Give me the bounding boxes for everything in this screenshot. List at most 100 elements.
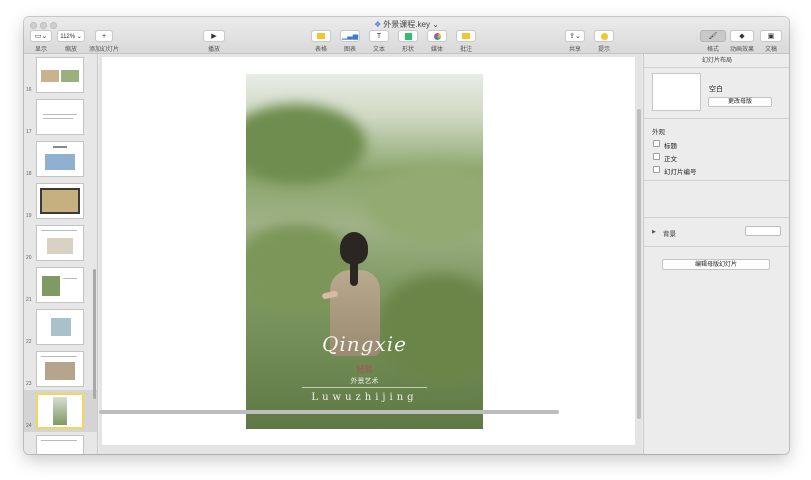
slide-thumbnail-row[interactable]: 22 xyxy=(24,306,97,348)
animate-label: 动画效果 xyxy=(729,47,754,53)
format-brush-icon[interactable]: 🖌 xyxy=(700,30,726,42)
animate-tool[interactable]: ◆ 动画效果 xyxy=(727,30,757,53)
media-icon[interactable] xyxy=(427,30,447,42)
slide-canvas[interactable]: Qingxie 轻熙 外景艺术 Luwuzhijing xyxy=(99,54,642,454)
slide-thumbnail-row-selected[interactable]: 24 xyxy=(24,390,97,432)
canvas-horizontal-scrollbar[interactable] xyxy=(99,410,559,414)
background-label: 背景 xyxy=(663,231,676,238)
appearance-heading: 外观 xyxy=(652,129,665,136)
text-icon[interactable]: T xyxy=(369,30,389,42)
slide-thumbnail-row[interactable]: 17 xyxy=(24,96,97,138)
body-checkbox[interactable] xyxy=(653,153,660,160)
slide-thumbnail-row[interactable]: 18 xyxy=(24,138,97,180)
slide-subtitle: Luwuzhijing xyxy=(311,392,418,403)
canvas-vertical-scrollbar[interactable] xyxy=(637,109,641,419)
slide-thumbnail[interactable] xyxy=(36,183,84,219)
media-label: 媒体 xyxy=(430,47,443,53)
document-name: 外景课程.key xyxy=(383,20,430,29)
share-icon[interactable]: ⇪⌄ xyxy=(565,30,585,42)
slide-thumbnail[interactable] xyxy=(36,99,84,135)
title-chevron-icon[interactable]: ⌄ xyxy=(432,20,439,29)
slide-page: Qingxie 轻熙 外景艺术 Luwuzhijing xyxy=(102,57,635,445)
format-tool[interactable]: 🖌 格式 xyxy=(700,30,726,53)
tips-label: 提示 xyxy=(597,47,610,53)
chart-tool[interactable]: ▁▃▅ 图表 xyxy=(339,30,361,53)
comment-icon[interactable] xyxy=(456,30,476,42)
shape-tool[interactable]: 形状 xyxy=(397,30,419,53)
zoom-label: 缩放 xyxy=(64,47,77,53)
grass-background xyxy=(366,164,483,244)
plus-icon[interactable]: + xyxy=(95,30,113,42)
document-tool[interactable]: ▣ 文稿 xyxy=(759,30,783,53)
slide-thumbnail-row[interactable]: 19 xyxy=(24,180,97,222)
slide-divider xyxy=(302,387,427,388)
media-tool[interactable]: 媒体 xyxy=(426,30,448,53)
table-icon[interactable] xyxy=(311,30,331,42)
slide-thumbnail[interactable] xyxy=(36,57,84,93)
text-tool[interactable]: T 文本 xyxy=(368,30,390,53)
document-icon[interactable]: ▣ xyxy=(760,30,782,42)
slide-number: 23 xyxy=(26,381,32,387)
tips-tool[interactable]: 提示 xyxy=(593,30,615,53)
slide-number: 18 xyxy=(26,171,32,177)
background-color-well[interactable] xyxy=(745,226,781,236)
keynote-window: ❖ 外景课程.key ⌄ ▭⌄ 显示 112% ⌄ 缩放 + 添加幻灯片 ▶ 播放… xyxy=(24,17,789,454)
grass-background xyxy=(246,104,366,184)
edit-master-slide-button[interactable]: 编辑母版幻灯片 xyxy=(662,259,770,270)
play-icon[interactable]: ▶ xyxy=(203,30,225,42)
slide-thumbnail[interactable] xyxy=(36,351,84,387)
window-title: ❖ 外景课程.key ⌄ xyxy=(24,19,789,30)
slide-thumbnail[interactable] xyxy=(36,435,84,454)
slide-thumbnail[interactable] xyxy=(36,225,84,261)
title-checkbox[interactable] xyxy=(653,140,660,147)
slide-thumbnail[interactable] xyxy=(36,309,84,345)
inspector-separator xyxy=(644,180,789,181)
zoom-tool[interactable]: 112% ⌄ 缩放 xyxy=(57,30,85,53)
slide-number: 17 xyxy=(26,129,32,135)
slide-thumbnail-row[interactable]: 20 xyxy=(24,222,97,264)
change-master-button[interactable]: 更改母版 xyxy=(708,97,772,107)
inspector-title: 幻灯片布局 xyxy=(644,54,789,68)
disclosure-triangle-icon[interactable]: ▶ xyxy=(652,229,656,235)
slide-thumbnail-row[interactable]: 23 xyxy=(24,348,97,390)
chart-label: 图表 xyxy=(343,47,356,53)
slide-brand-title: Qingxie xyxy=(322,332,407,356)
slide-thumbnail[interactable] xyxy=(36,267,84,303)
keynote-document-icon: ❖ xyxy=(374,20,382,29)
play-tool[interactable]: ▶ 播放 xyxy=(202,30,226,53)
document-label: 文稿 xyxy=(764,47,777,53)
slide-thumbnail-row[interactable]: 16 xyxy=(24,54,97,96)
tips-icon[interactable] xyxy=(594,30,614,42)
inspector-separator xyxy=(644,118,789,119)
slide-number: 20 xyxy=(26,255,32,261)
share-tool[interactable]: ⇪⌄ 共享 xyxy=(564,30,586,53)
add-slide-label: 添加幻灯片 xyxy=(88,47,119,53)
slide-number: 21 xyxy=(26,297,32,303)
chart-icon[interactable]: ▁▃▅ xyxy=(340,30,360,42)
shape-icon[interactable] xyxy=(398,30,418,42)
shape-label: 形状 xyxy=(401,47,414,53)
layout-thumbnail xyxy=(652,73,701,111)
table-tool[interactable]: 表格 xyxy=(310,30,332,53)
slide-thumbnail[interactable] xyxy=(36,141,84,177)
slide-number-checkbox[interactable] xyxy=(653,166,660,173)
slide-navigator[interactable]: 16 17 18 19 20 21 22 23 24 xyxy=(24,54,98,454)
current-slide[interactable]: Qingxie 轻熙 外景艺术 Luwuzhijing xyxy=(246,74,483,429)
slide-thumbnail-row[interactable] xyxy=(24,432,97,454)
slide-number: 19 xyxy=(26,213,32,219)
girl-ponytail xyxy=(350,260,358,286)
slide-thumbnail[interactable] xyxy=(36,393,84,429)
body-checkbox-label: 正文 xyxy=(664,156,677,163)
view-tool[interactable]: ▭⌄ 显示 xyxy=(30,30,52,53)
animate-icon[interactable]: ◆ xyxy=(730,30,754,42)
slide-number: 16 xyxy=(26,87,32,93)
sidebar-layout-icon[interactable]: ▭⌄ xyxy=(30,30,52,42)
add-slide-tool[interactable]: + 添加幻灯片 xyxy=(87,30,121,53)
comment-label: 批注 xyxy=(459,47,472,53)
navigator-scrollbar[interactable] xyxy=(93,269,96,399)
zoom-select[interactable]: 112% ⌄ xyxy=(57,30,85,42)
comment-tool[interactable]: 批注 xyxy=(455,30,477,53)
slide-thumbnail-row[interactable]: 21 xyxy=(24,264,97,306)
inspector-separator xyxy=(644,217,789,218)
inspector-panel: 幻灯片布局 空白 更改母版 外观 标题 正文 幻灯片编号 ▶ 背景 编辑母版幻灯… xyxy=(643,54,789,454)
